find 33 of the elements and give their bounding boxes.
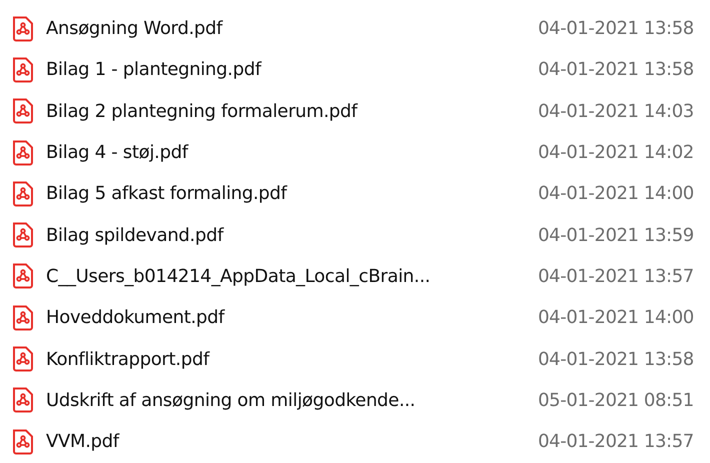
file-name[interactable]: Bilag 2 plantegning formalerum.pdf: [46, 100, 522, 122]
pdf-file-icon: [12, 263, 34, 290]
pdf-file-icon: [12, 346, 34, 372]
modified-date: 04-01-2021 13:58: [537, 59, 695, 80]
file-name[interactable]: Ansøgning Word.pdf: [46, 18, 522, 40]
file-name[interactable]: Bilag spildevand.pdf: [46, 224, 522, 246]
file-name[interactable]: Konfliktrapport.pdf: [46, 348, 522, 370]
modified-date: 04-01-2021 14:00: [537, 307, 695, 328]
pdf-file-icon: [12, 428, 34, 455]
pdf-file-icon: [12, 304, 34, 331]
file-name[interactable]: Udskrift af ansøgning om miljøgodkende...: [46, 390, 522, 411]
pdf-file-icon: [12, 387, 34, 414]
modified-date: 04-01-2021 13:57: [537, 431, 695, 452]
file-name[interactable]: C__Users_b014214_AppData_Local_cBrain...: [46, 266, 522, 287]
pdf-file-icon: [12, 16, 34, 42]
modified-date: 05-01-2021 08:51: [537, 390, 695, 411]
modified-date: 04-01-2021 13:58: [537, 18, 695, 40]
pdf-file-icon: [12, 56, 34, 83]
modified-date: 04-01-2021 13:57: [537, 266, 695, 287]
modified-date: 04-01-2021 14:00: [537, 183, 695, 204]
file-name[interactable]: Hoveddokument.pdf: [46, 307, 522, 328]
modified-date: 04-01-2021 13:59: [537, 224, 695, 246]
modified-date: 04-01-2021 14:03: [537, 100, 695, 122]
file-name[interactable]: Bilag 4 - støj.pdf: [46, 142, 522, 164]
file-name[interactable]: Bilag 1 - plantegning.pdf: [46, 59, 522, 80]
file-name[interactable]: VVM.pdf: [46, 431, 522, 452]
file-name[interactable]: Bilag 5 afkast formaling.pdf: [46, 183, 522, 204]
pdf-file-icon: [12, 222, 34, 248]
modified-date: 04-01-2021 13:58: [537, 348, 695, 370]
pdf-file-icon: [12, 98, 34, 124]
modified-date: 04-01-2021 14:02: [537, 142, 695, 164]
pdf-file-icon: [12, 140, 34, 166]
pdf-file-icon: [12, 180, 34, 207]
